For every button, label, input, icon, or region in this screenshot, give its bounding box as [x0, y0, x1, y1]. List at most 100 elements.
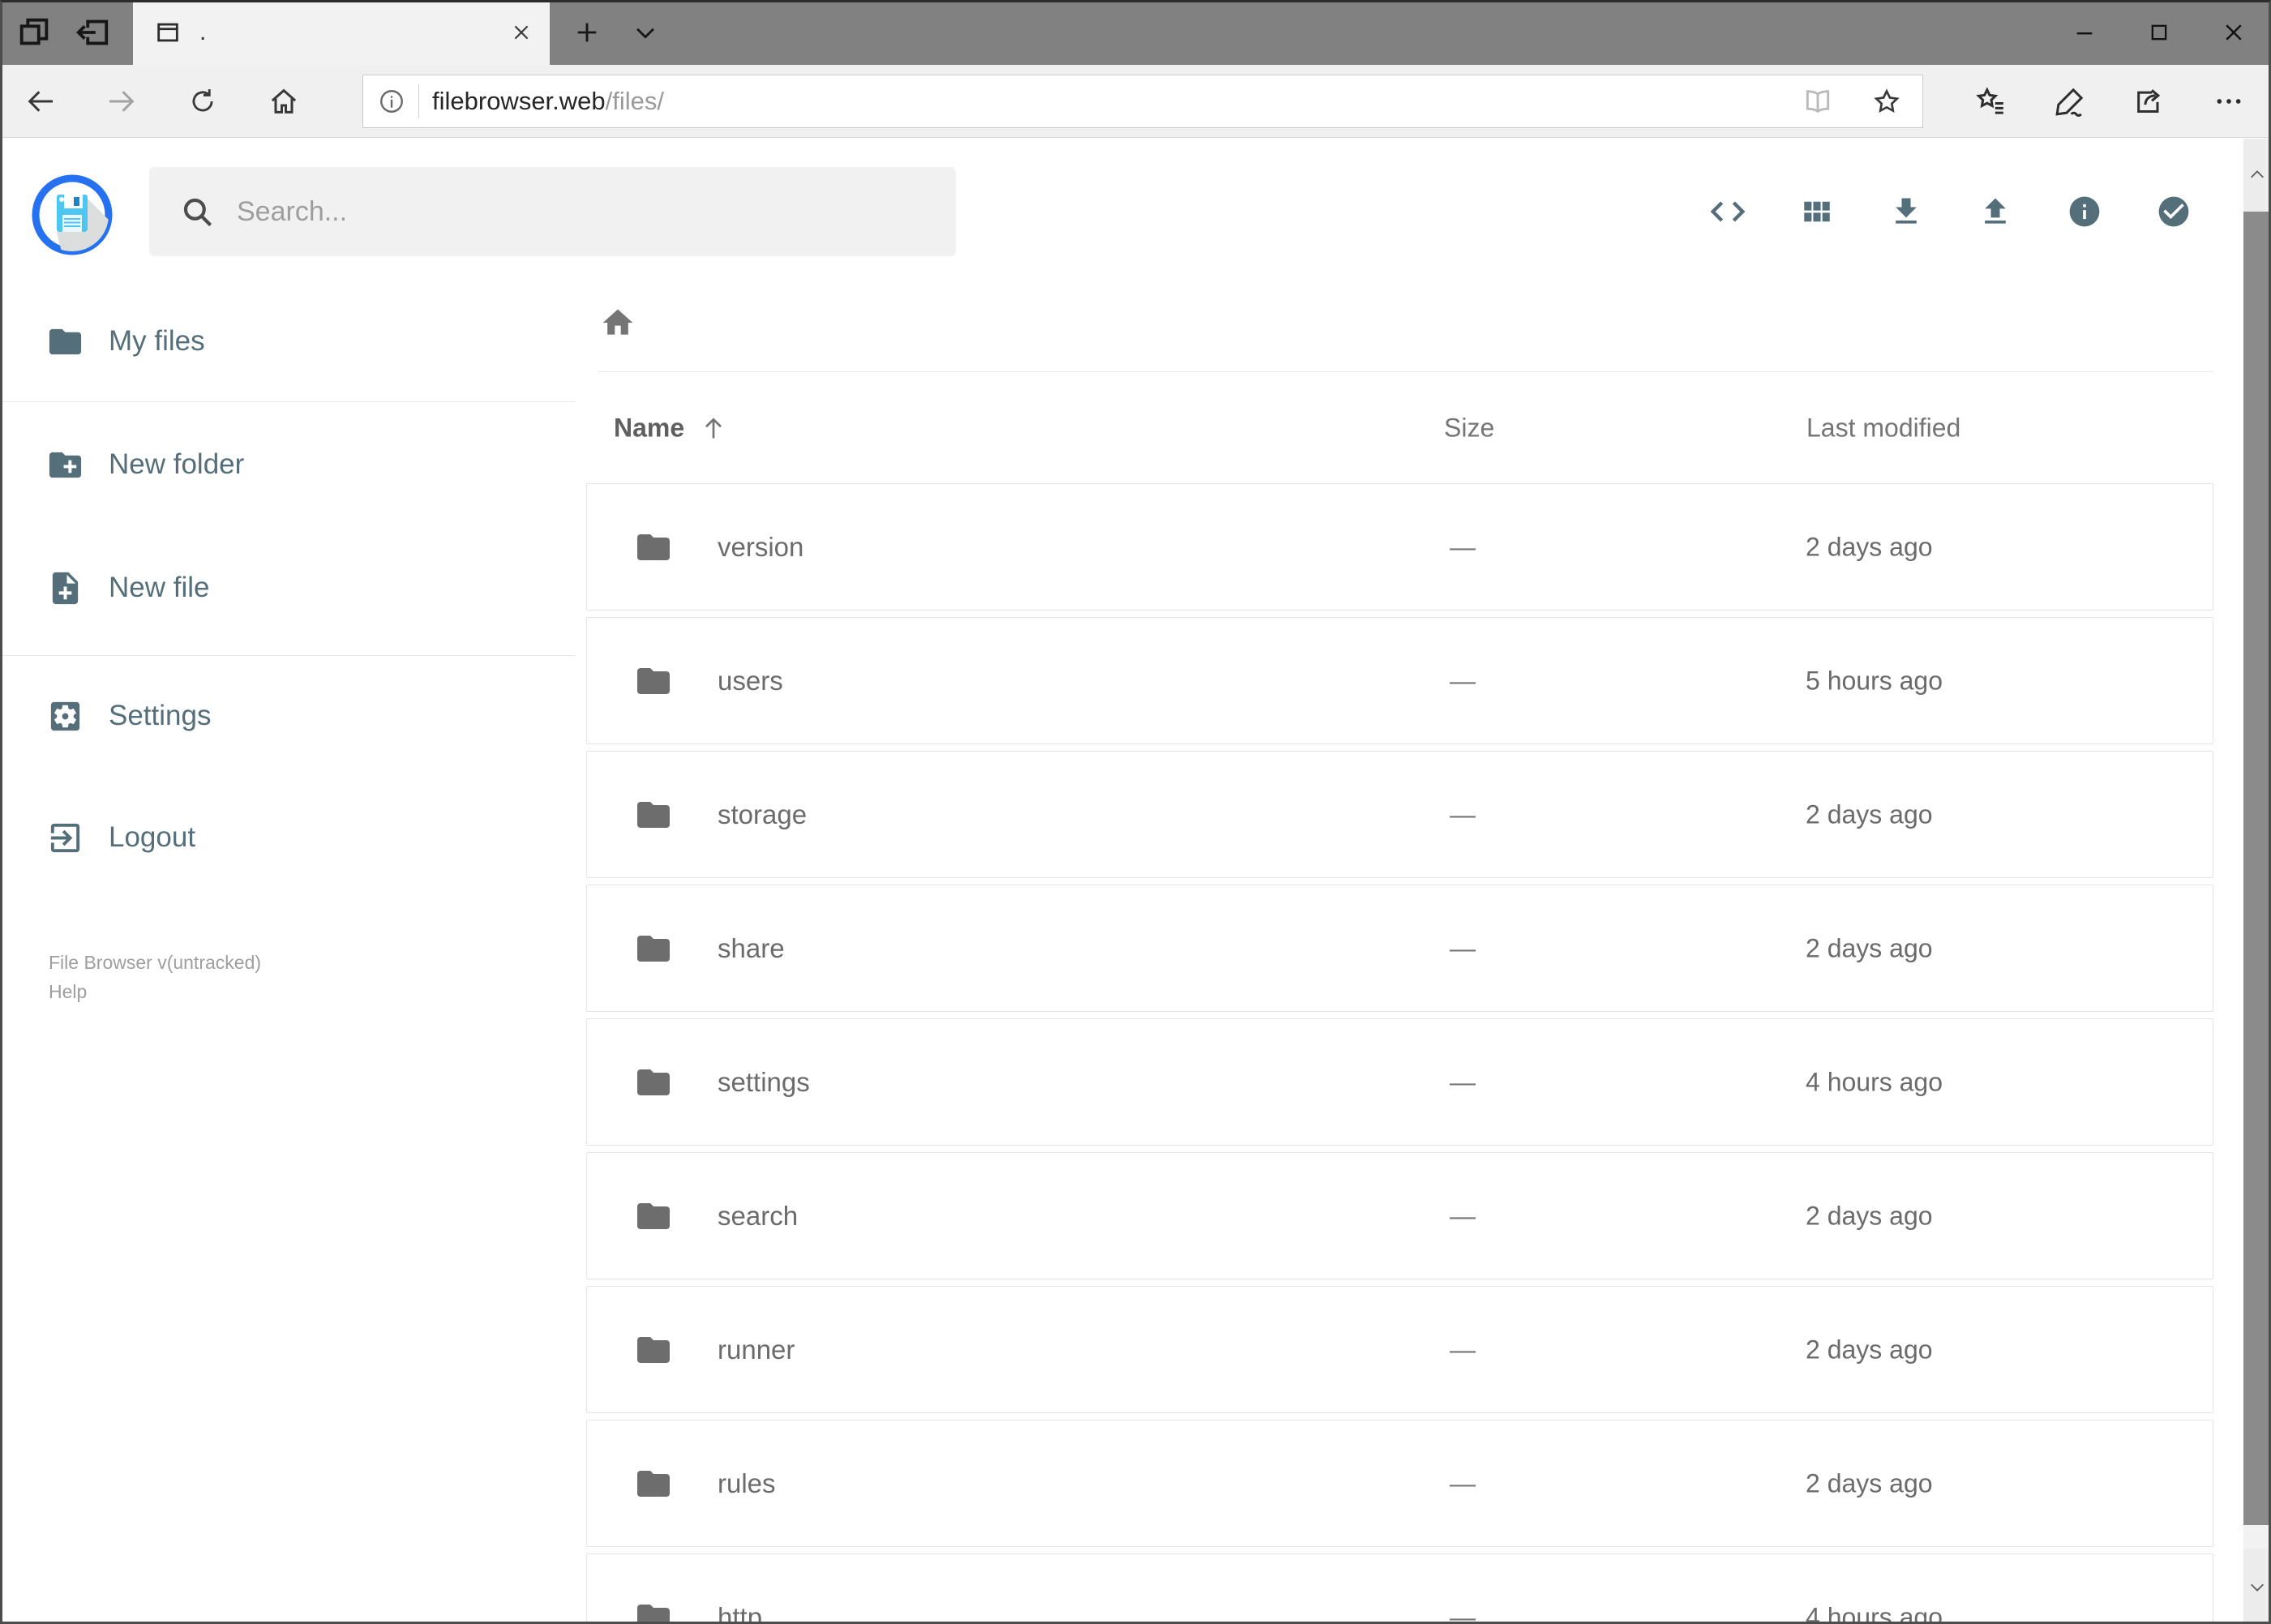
home-button[interactable] [243, 65, 324, 138]
sidebar-item-logout[interactable]: Logout [0, 797, 585, 878]
forward-button[interactable] [81, 65, 162, 138]
app-logo[interactable] [32, 174, 113, 255]
minimize-icon [2076, 32, 2093, 35]
share-icon [2137, 88, 2161, 113]
scroll-down-button[interactable] [2243, 1549, 2271, 1624]
page-scrollbar[interactable] [2243, 139, 2271, 1624]
info-icon [2069, 196, 2100, 227]
file-row[interactable]: storage — 2 days ago [586, 751, 2213, 878]
reading-view-button[interactable] [1802, 86, 1833, 117]
scroll-up-button[interactable] [2243, 139, 2271, 212]
file-row[interactable]: http — 4 hours ago [586, 1553, 2213, 1624]
url-host: filebrowser.web [432, 86, 606, 115]
file-name: rules [718, 1468, 776, 1498]
select-multiple-button[interactable] [2156, 194, 2192, 229]
url-path: /files/ [605, 86, 665, 115]
new-tab-button[interactable] [558, 0, 616, 65]
file-row[interactable]: users — 5 hours ago [586, 617, 2213, 744]
file-size: — [1450, 532, 1476, 561]
folder-icon [637, 935, 670, 962]
file-row[interactable]: runner — 2 days ago [586, 1286, 2213, 1413]
file-listing: Name Size Last modified version — 2 days… [585, 285, 2243, 1624]
sidebar-divider [0, 655, 576, 656]
file-name: settings [718, 1066, 810, 1097]
share-button[interactable] [2110, 65, 2189, 138]
close-window-button[interactable] [2196, 0, 2271, 65]
chevron-up-icon [2251, 170, 2264, 178]
file-modified: 2 days ago [1806, 1468, 1933, 1498]
file-row[interactable]: version — 2 days ago [586, 483, 2213, 611]
set-tabs-aside-button[interactable] [63, 0, 122, 65]
upload-icon [1985, 198, 2006, 224]
browser-navbar: filebrowser.web/files/ [0, 65, 2271, 138]
filebrowser-app: My files New folder New file [0, 139, 2271, 1624]
file-size: — [1450, 1335, 1476, 1364]
tab-preview-icon [19, 18, 49, 45]
folder-icon [637, 667, 670, 694]
sidebar-divider [0, 401, 576, 402]
file-name: storage [718, 799, 808, 829]
file-row[interactable]: share — 2 days ago [586, 885, 2213, 1012]
download-icon [1896, 198, 1917, 224]
pen-icon [2055, 88, 2084, 117]
code-icon [1710, 201, 1746, 222]
sidebar-item-new-folder[interactable]: New folder [0, 424, 585, 505]
chevron-down-icon [636, 28, 654, 39]
back-icon [28, 90, 53, 112]
upload-button[interactable] [1977, 194, 2013, 229]
folder-icon [637, 1604, 670, 1624]
refresh-button[interactable] [162, 65, 243, 138]
file-row[interactable]: rules — 2 days ago [586, 1420, 2213, 1547]
tab-preview-button[interactable] [5, 0, 63, 65]
check-circle-icon [2158, 196, 2189, 227]
grid-view-button[interactable] [1799, 194, 1835, 229]
logout-icon [50, 823, 80, 852]
more-button[interactable] [2189, 65, 2269, 138]
plus-icon [577, 23, 597, 42]
info-button[interactable] [2067, 194, 2102, 229]
file-name: http [718, 1601, 763, 1624]
search-icon [180, 195, 214, 229]
back-button[interactable] [0, 65, 81, 138]
file-size: — [1450, 799, 1476, 829]
scrollbar-thumb[interactable] [2243, 212, 2271, 1525]
favorites-hub-button[interactable] [1951, 65, 2030, 138]
maximize-button[interactable] [2122, 0, 2196, 65]
favorite-star-button[interactable] [1872, 87, 1901, 116]
sidebar-item-new-file[interactable]: New file [0, 547, 585, 628]
grid-view-icon [1804, 201, 1830, 222]
help-link[interactable]: Help [49, 977, 585, 1006]
shell-button[interactable] [1710, 194, 1746, 229]
folder-icon [637, 1202, 670, 1229]
close-icon [2226, 24, 2242, 41]
folder-icon [637, 1336, 670, 1363]
site-info-icon[interactable] [378, 88, 405, 115]
folder-icon [637, 1470, 670, 1497]
search-bar[interactable] [149, 167, 956, 256]
file-name: version [718, 531, 804, 562]
search-input[interactable] [237, 195, 956, 228]
list-header: Name Size Last modified [585, 371, 2243, 483]
breadcrumb-home-button[interactable] [600, 305, 636, 341]
book-icon [1806, 89, 1830, 113]
tab-list-button[interactable] [616, 0, 675, 65]
column-header-size[interactable]: Size [1444, 413, 1494, 443]
browser-tab[interactable]: . [133, 0, 550, 65]
sidebar-item-my-files[interactable]: My files [0, 301, 585, 382]
column-header-modified[interactable]: Last modified [1806, 413, 1960, 443]
tab-close-button[interactable] [511, 22, 532, 43]
download-button[interactable] [1888, 194, 1924, 229]
web-note-button[interactable] [2030, 65, 2110, 138]
header-actions [1710, 139, 2192, 285]
minimize-button[interactable] [2047, 0, 2122, 65]
home-icon [271, 88, 297, 114]
sidebar-item-settings[interactable]: Settings [0, 675, 585, 756]
file-name: users [718, 665, 783, 696]
file-row[interactable]: search — 2 days ago [586, 1152, 2213, 1279]
address-bar[interactable]: filebrowser.web/files/ [362, 74, 1923, 128]
file-row[interactable]: settings — 4 hours ago [586, 1018, 2213, 1146]
column-header-name[interactable]: Name [614, 413, 728, 443]
file-modified: 2 days ago [1806, 799, 1933, 829]
file-name: runner [718, 1334, 795, 1365]
page-icon [154, 19, 182, 46]
